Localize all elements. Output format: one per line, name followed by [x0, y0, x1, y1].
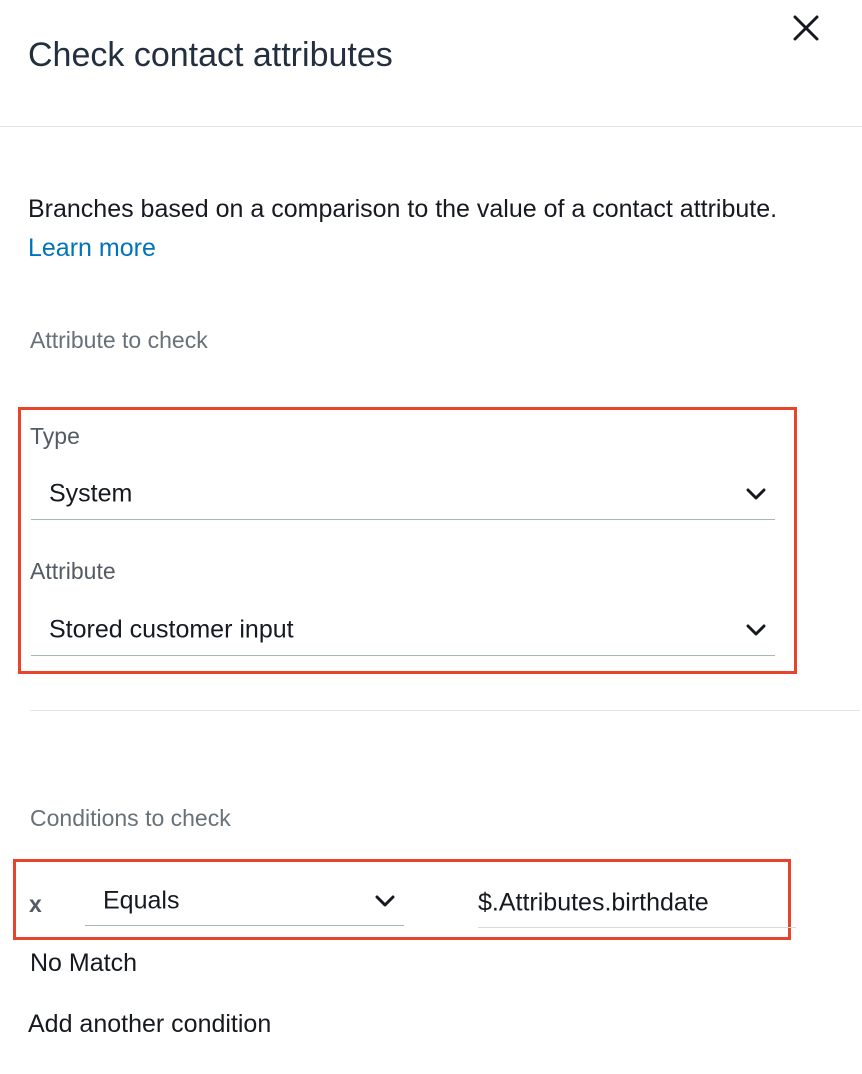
condition-value-text: $.Attributes.birthdate [478, 888, 709, 916]
add-condition-link[interactable]: Add another condition [28, 1010, 271, 1039]
condition-operator-select[interactable]: Equals [85, 876, 404, 926]
chevron-down-icon [746, 488, 766, 499]
description-text: Branches based on a comparison to the va… [28, 195, 778, 223]
panel-title: Check contact attributes [28, 36, 393, 74]
type-label: Type [30, 423, 80, 449]
type-select[interactable]: System [31, 468, 775, 520]
panel-description: Branches based on a comparison to the va… [28, 190, 808, 268]
attribute-section-heading: Attribute to check [30, 327, 208, 353]
type-select-value: System [49, 479, 133, 507]
no-match-label: No Match [30, 949, 137, 977]
attribute-label: Attribute [30, 558, 116, 584]
learn-more-link[interactable]: Learn more [28, 234, 156, 262]
header-divider [0, 126, 862, 127]
chevron-down-icon [375, 895, 395, 906]
section-divider [30, 710, 860, 711]
close-button[interactable] [790, 12, 822, 44]
chevron-down-icon [746, 624, 766, 635]
attribute-select[interactable]: Stored customer input [31, 604, 775, 656]
condition-value-input[interactable]: $.Attributes.birthdate [478, 878, 796, 928]
close-icon [793, 15, 819, 41]
condition-operator-value: Equals [103, 886, 180, 914]
remove-condition-button[interactable]: x [29, 891, 42, 918]
attribute-select-value: Stored customer input [49, 615, 294, 643]
conditions-section-heading: Conditions to check [30, 805, 231, 831]
